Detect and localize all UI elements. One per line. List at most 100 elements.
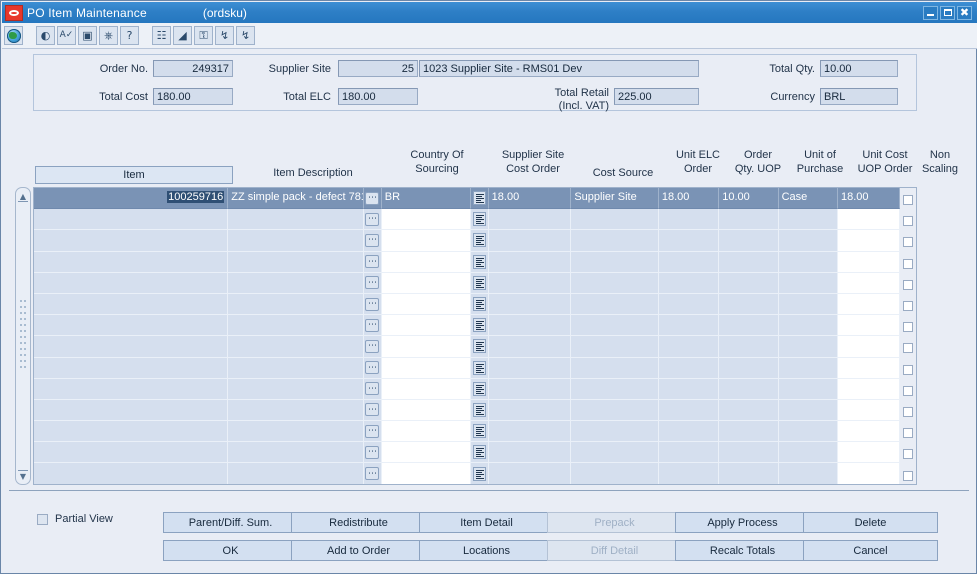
cell-comments[interactable]: ⋯: [364, 442, 382, 464]
cell-unit-cost-uop-order[interactable]: [838, 209, 901, 231]
cell-cost-source[interactable]: Supplier Site: [571, 188, 659, 210]
locations-button[interactable]: Locations: [419, 540, 554, 561]
cell-unit-of-purchase[interactable]: [778, 378, 838, 400]
non-scaling-checkbox[interactable]: [903, 364, 913, 375]
cell-cost-source[interactable]: [571, 399, 659, 422]
minimize-icon[interactable]: [923, 5, 938, 20]
cell-unit-of-purchase[interactable]: [778, 442, 838, 464]
cell-cost-source[interactable]: [571, 209, 659, 231]
cell-non-scaling[interactable]: [900, 230, 916, 252]
cell-non-scaling[interactable]: [900, 315, 916, 337]
non-scaling-checkbox[interactable]: [903, 216, 913, 227]
list-lov-icon[interactable]: [472, 402, 486, 417]
cell-unit-of-purchase[interactable]: [778, 293, 838, 316]
cell-comments[interactable]: ⋯: [364, 463, 382, 484]
close-icon[interactable]: ✖: [957, 5, 972, 20]
comment-bubble-icon[interactable]: ⋯: [365, 191, 380, 205]
exit-query-icon[interactable]: ↯: [236, 26, 255, 45]
cell-unit-of-purchase[interactable]: [778, 336, 838, 358]
cell-cost-source[interactable]: [571, 357, 659, 379]
cell-unit-of-purchase[interactable]: [778, 399, 838, 422]
grid-vertical-scrollbar[interactable]: ▲ ▼: [15, 187, 31, 485]
cell-unit-elc-order[interactable]: [658, 357, 720, 379]
cell-unit-elc-order[interactable]: [658, 421, 720, 443]
non-scaling-checkbox[interactable]: [903, 301, 913, 312]
list-lov-icon[interactable]: [472, 424, 486, 439]
comment-bubble-icon[interactable]: ⋯: [365, 233, 380, 247]
cell-item[interactable]: [34, 272, 229, 294]
cell-country-lov[interactable]: [471, 293, 489, 316]
comment-bubble-icon[interactable]: ⋯: [365, 424, 380, 438]
non-scaling-checkbox[interactable]: [903, 322, 913, 333]
cell-order-qty-uop[interactable]: [719, 293, 779, 316]
cell-country-of-sourcing[interactable]: [381, 230, 472, 252]
supplier-site-code-field[interactable]: 25: [338, 60, 418, 77]
cell-country-of-sourcing[interactable]: [381, 463, 472, 484]
cell-unit-elc-order[interactable]: 18.00: [658, 188, 720, 210]
cell-item[interactable]: [34, 230, 229, 252]
cell-order-qty-uop[interactable]: [719, 209, 779, 231]
cell-supplier-site-cost-order[interactable]: [488, 293, 572, 316]
cell-comments[interactable]: ⋯: [364, 336, 382, 358]
cell-order-qty-uop[interactable]: [719, 463, 779, 484]
save-icon[interactable]: ▣: [78, 26, 97, 45]
cell-cost-source[interactable]: [571, 251, 659, 273]
table-row[interactable]: ⋯: [34, 378, 916, 400]
cell-country-of-sourcing[interactable]: [381, 272, 472, 294]
cell-item[interactable]: [34, 421, 229, 443]
cell-country-lov[interactable]: [471, 209, 489, 231]
cell-item[interactable]: [34, 463, 229, 484]
cell-comments[interactable]: ⋯: [364, 357, 382, 379]
comment-bubble-icon[interactable]: ⋯: [365, 361, 380, 375]
cell-cost-source[interactable]: [571, 421, 659, 443]
cell-unit-cost-uop-order[interactable]: [838, 357, 901, 379]
cell-country-lov[interactable]: [471, 336, 489, 358]
cell-unit-elc-order[interactable]: [658, 399, 720, 422]
comment-bubble-icon[interactable]: ⋯: [365, 403, 380, 417]
cell-country-lov[interactable]: [471, 272, 489, 294]
comment-bubble-icon[interactable]: ⋯: [365, 297, 380, 311]
non-scaling-checkbox[interactable]: [903, 470, 913, 481]
run-query-icon[interactable]: ↯: [215, 26, 234, 45]
list-lov-icon[interactable]: [472, 360, 486, 375]
cell-country-lov[interactable]: [471, 357, 489, 379]
cell-supplier-site-cost-order[interactable]: [488, 463, 572, 484]
cell-unit-of-purchase[interactable]: [778, 421, 838, 443]
cell-cost-source[interactable]: [571, 315, 659, 337]
recalc-totals-button[interactable]: Recalc Totals: [675, 540, 810, 561]
table-row[interactable]: ⋯: [34, 442, 916, 464]
non-scaling-checkbox[interactable]: [903, 343, 913, 354]
cell-unit-elc-order[interactable]: [658, 272, 720, 294]
cell-country-lov[interactable]: [471, 230, 489, 252]
cell-country-of-sourcing[interactable]: [381, 399, 472, 422]
cell-item-description[interactable]: [228, 378, 365, 400]
cell-order-qty-uop[interactable]: [719, 421, 779, 443]
cell-comments[interactable]: ⋯: [364, 209, 382, 231]
cell-supplier-site-cost-order[interactable]: [488, 230, 572, 252]
cell-supplier-site-cost-order[interactable]: [488, 209, 572, 231]
parent-diff-sum-button[interactable]: Parent/Diff. Sum.: [163, 512, 298, 533]
cell-item-description[interactable]: [228, 272, 365, 294]
cell-comments[interactable]: ⋯: [364, 399, 382, 422]
non-scaling-checkbox[interactable]: [903, 428, 913, 439]
cell-item-description[interactable]: [228, 293, 365, 316]
cell-item[interactable]: 100259716: [34, 188, 229, 210]
cell-unit-of-purchase[interactable]: [778, 272, 838, 294]
cell-country-lov[interactable]: [471, 378, 489, 400]
cell-comments[interactable]: ⋯: [364, 315, 382, 337]
cell-item[interactable]: [34, 378, 229, 400]
cell-unit-elc-order[interactable]: [658, 209, 720, 231]
table-row[interactable]: ⋯: [34, 209, 916, 231]
add-to-order-button[interactable]: Add to Order: [291, 540, 426, 561]
cell-supplier-site-cost-order[interactable]: [488, 399, 572, 422]
cell-supplier-site-cost-order[interactable]: [488, 315, 572, 337]
cell-item-description[interactable]: [228, 399, 365, 422]
help-icon[interactable]: ?: [120, 26, 139, 45]
cell-unit-of-purchase[interactable]: [778, 463, 838, 484]
cell-unit-elc-order[interactable]: [658, 315, 720, 337]
cell-supplier-site-cost-order[interactable]: [488, 336, 572, 358]
list-lov-icon[interactable]: [472, 445, 486, 460]
cell-country-of-sourcing[interactable]: [381, 442, 472, 464]
maximize-icon[interactable]: [940, 5, 955, 20]
cell-item-description[interactable]: [228, 230, 365, 252]
